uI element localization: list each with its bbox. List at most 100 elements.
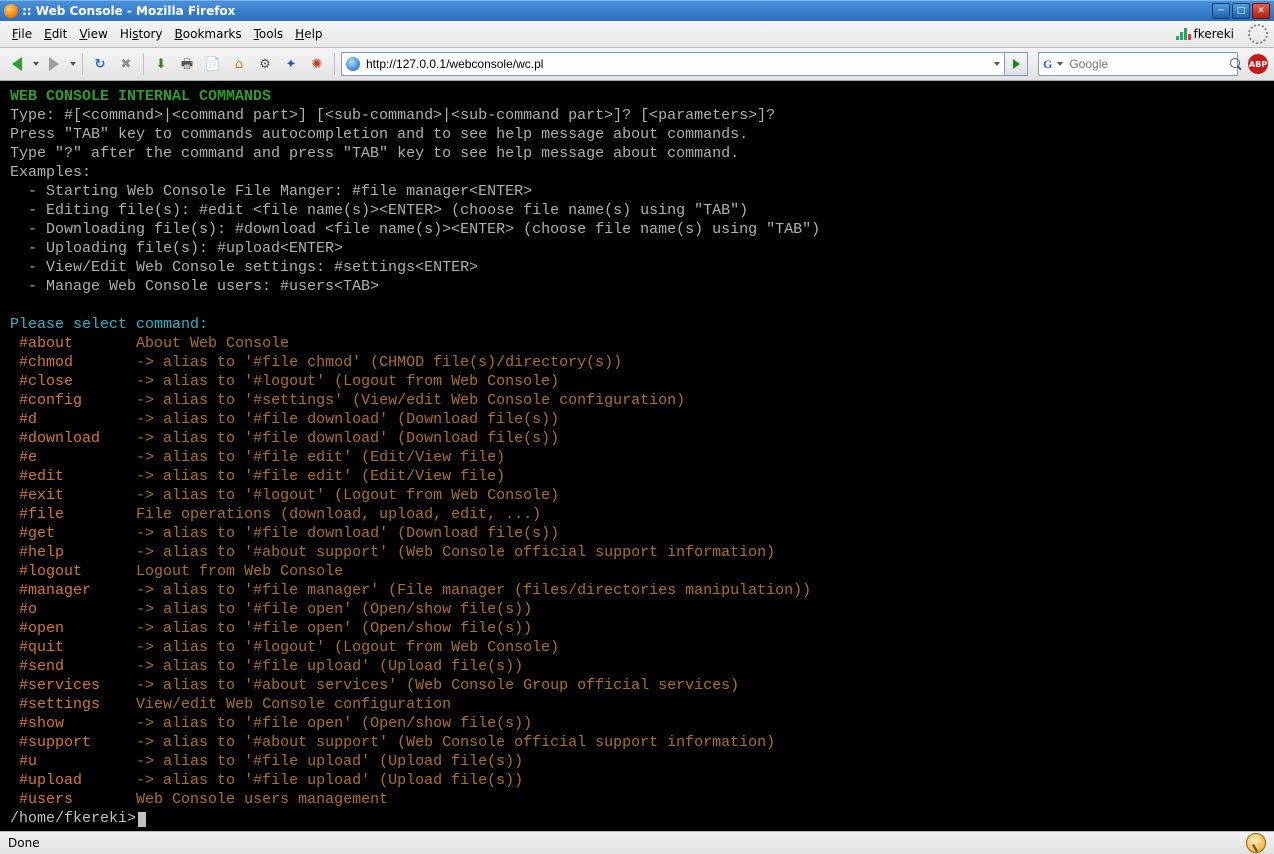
- menu-view[interactable]: View: [73, 25, 113, 43]
- command-desc: -> alias to '#file download' (Download f…: [136, 430, 559, 447]
- command-row: #send -> alias to '#file upload' (Upload…: [10, 657, 1264, 676]
- security-badge-icon[interactable]: [1246, 833, 1266, 853]
- command-name: #close: [19, 373, 73, 390]
- command-name: #d: [19, 411, 37, 428]
- address-bar-container: [341, 52, 1028, 76]
- command-name: #e: [19, 449, 37, 466]
- command-desc: -> alias to '#logout' (Logout from Web C…: [136, 487, 559, 504]
- minimize-button[interactable]: ─: [1212, 3, 1230, 19]
- search-engine-caret-icon[interactable]: [1057, 62, 1063, 66]
- command-name: #quit: [19, 639, 64, 656]
- search-input[interactable]: [1067, 56, 1226, 72]
- print-button[interactable]: 🖶: [176, 53, 198, 75]
- google-logo-icon: G: [1043, 57, 1052, 72]
- close-button[interactable]: ✕: [1252, 3, 1270, 19]
- menu-tools[interactable]: Tools: [248, 25, 290, 43]
- menu-history[interactable]: History: [114, 25, 169, 43]
- command-desc: -> alias to '#file upload' (Upload file(…: [136, 753, 523, 770]
- menu-edit[interactable]: Edit: [38, 25, 73, 43]
- stop-button[interactable]: ✖: [115, 53, 137, 75]
- console-select-prompt: Please select command:: [10, 316, 208, 333]
- command-desc: -> alias to '#logout' (Logout from Web C…: [136, 373, 559, 390]
- title-bar[interactable]: :: Web Console - Mozilla Firefox ─ □ ✕: [0, 0, 1274, 21]
- command-name: #upload: [19, 772, 82, 789]
- toolbar-separator: [143, 53, 144, 75]
- command-desc: -> alias to '#file open' (Open/show file…: [136, 601, 532, 618]
- download-button[interactable]: ⬇: [150, 53, 172, 75]
- user-indicator[interactable]: fkereki: [1170, 25, 1240, 43]
- site-globe-icon: [346, 57, 360, 71]
- console-command-list: #about About Web Console #chmod -> alias…: [10, 334, 1264, 809]
- command-row: #about About Web Console: [10, 334, 1264, 353]
- command-name: #open: [19, 620, 64, 637]
- web-console-terminal[interactable]: WEB CONSOLE INTERNAL COMMANDS Type: #[<c…: [0, 81, 1274, 831]
- command-name: #edit: [19, 468, 64, 485]
- address-bar[interactable]: [341, 52, 1005, 76]
- window-title: :: Web Console - Mozilla Firefox: [22, 4, 235, 18]
- command-name: #send: [19, 658, 64, 675]
- command-row: #logout Logout from Web Console: [10, 562, 1264, 581]
- command-desc: About Web Console: [136, 335, 289, 352]
- command-row: #upload -> alias to '#file upload' (Uplo…: [10, 771, 1264, 790]
- command-row: #open -> alias to '#file open' (Open/sho…: [10, 619, 1264, 638]
- command-row: #download -> alias to '#file download' (…: [10, 429, 1264, 448]
- navigation-toolbar: ↻ ✖ ⬇ 🖶 📄 ⌂ ⚙ ✦ ✺ G ABP: [0, 48, 1274, 81]
- command-row: #exit -> alias to '#logout' (Logout from…: [10, 486, 1264, 505]
- command-name: #download: [19, 430, 100, 447]
- command-name: #settings: [19, 696, 100, 713]
- menu-bar: FileEditViewHistoryBookmarksToolsHelp fk…: [0, 21, 1274, 48]
- back-menu-caret-icon[interactable]: [33, 62, 39, 66]
- menu-bookmarks[interactable]: Bookmarks: [169, 25, 248, 43]
- reload-button[interactable]: ↻: [89, 53, 111, 75]
- command-row: #u -> alias to '#file upload' (Upload fi…: [10, 752, 1264, 771]
- command-desc: Logout from Web Console: [136, 563, 343, 580]
- command-desc: -> alias to '#file download' (Download f…: [136, 525, 559, 542]
- command-name: #o: [19, 601, 37, 618]
- forward-button[interactable]: [43, 53, 65, 75]
- command-desc: -> alias to '#about support' (Web Consol…: [136, 734, 775, 751]
- console-intro: Type: #[<command>|<command part>] [<sub-…: [10, 106, 1264, 296]
- command-row: #chmod -> alias to '#file chmod' (CHMOD …: [10, 353, 1264, 372]
- command-row: #e -> alias to '#file edit' (Edit/View f…: [10, 448, 1264, 467]
- adblock-button[interactable]: ABP: [1248, 54, 1268, 74]
- addons-button[interactable]: ✦: [280, 53, 302, 75]
- debug-button[interactable]: ✺: [306, 53, 328, 75]
- command-name: #support: [19, 734, 91, 751]
- address-input[interactable]: [364, 56, 989, 72]
- command-name: #config: [19, 392, 82, 409]
- settings-button[interactable]: ⚙: [254, 53, 276, 75]
- status-bar: Done: [0, 831, 1274, 854]
- activity-throbber-icon: [1248, 24, 1268, 44]
- command-name: #help: [19, 544, 64, 561]
- forward-menu-caret-icon[interactable]: [70, 62, 76, 66]
- home-button[interactable]: ⌂: [228, 53, 250, 75]
- command-row: #get -> alias to '#file download' (Downl…: [10, 524, 1264, 543]
- command-name: #about: [19, 335, 73, 352]
- console-header: WEB CONSOLE INTERNAL COMMANDS: [10, 88, 271, 105]
- maximize-button[interactable]: □: [1232, 3, 1250, 19]
- command-desc: -> alias to '#file edit' (Edit/View file…: [136, 468, 505, 485]
- menu-help[interactable]: Help: [289, 25, 328, 43]
- search-icon[interactable]: [1230, 58, 1233, 70]
- firefox-icon: [4, 4, 18, 18]
- command-desc: File operations (download, upload, edit,…: [136, 506, 541, 523]
- command-row: #settings View/edit Web Console configur…: [10, 695, 1264, 714]
- command-row: #o -> alias to '#file open' (Open/show f…: [10, 600, 1264, 619]
- command-name: #manager: [19, 582, 91, 599]
- console-prompt: /home/fkereki>: [10, 810, 136, 827]
- address-history-caret-icon[interactable]: [994, 62, 1000, 66]
- command-desc: -> alias to '#file manager' (File manage…: [136, 582, 811, 599]
- command-row: #manager -> alias to '#file manager' (Fi…: [10, 581, 1264, 600]
- command-row: #file File operations (download, upload,…: [10, 505, 1264, 524]
- page-button[interactable]: 📄: [202, 53, 224, 75]
- go-button[interactable]: [1005, 52, 1028, 76]
- toolbar-separator: [334, 53, 335, 75]
- menu-file[interactable]: File: [6, 25, 38, 43]
- search-bar[interactable]: G: [1038, 52, 1238, 76]
- command-desc: -> alias to '#file open' (Open/show file…: [136, 620, 532, 637]
- back-button[interactable]: [6, 53, 28, 75]
- command-name: #users: [19, 791, 73, 808]
- command-name: #show: [19, 715, 64, 732]
- command-name: #logout: [19, 563, 82, 580]
- command-desc: -> alias to '#file upload' (Upload file(…: [136, 772, 523, 789]
